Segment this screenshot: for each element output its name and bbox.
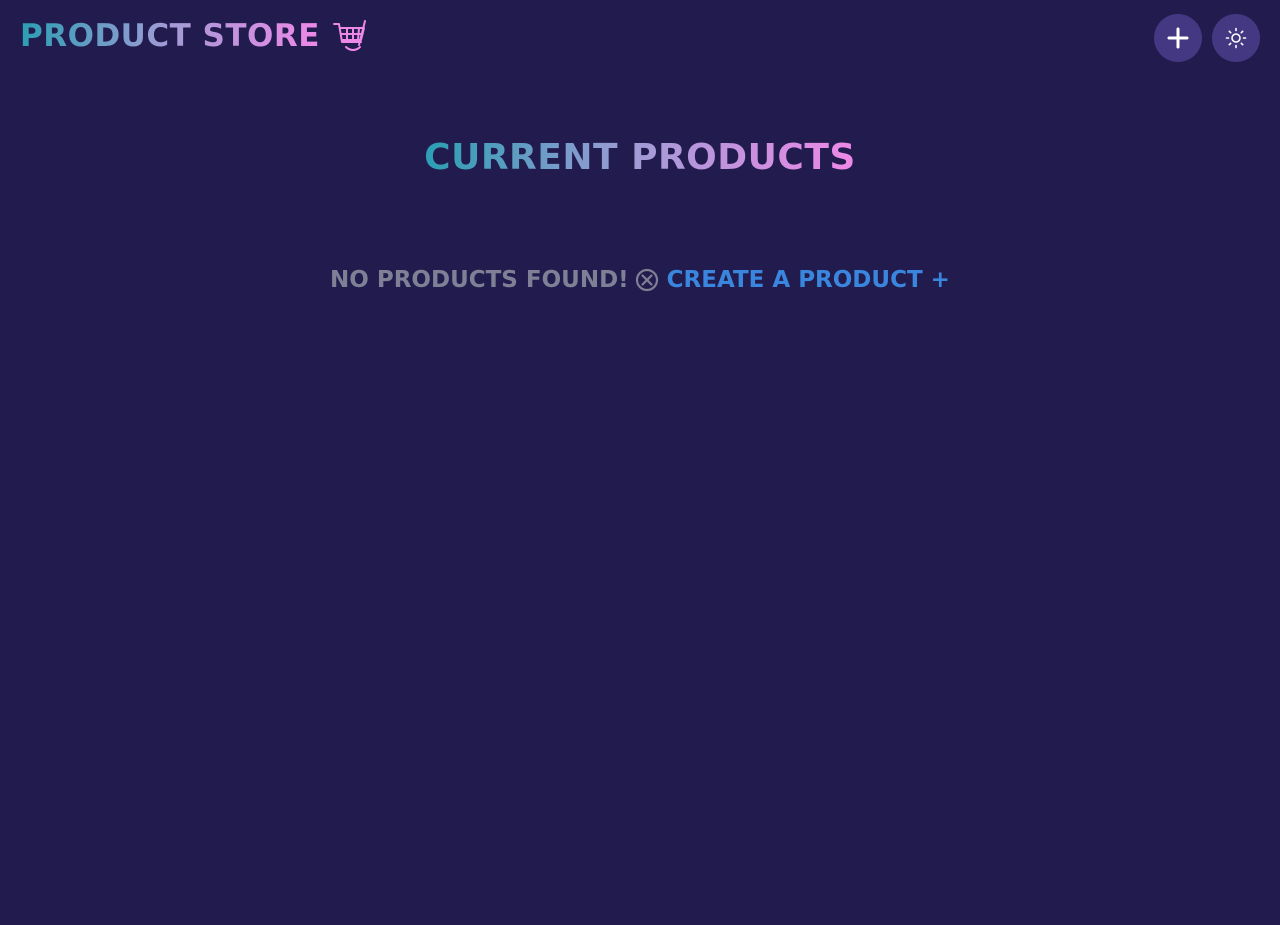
- sun-icon: [1225, 27, 1247, 49]
- x-circle-icon: [635, 268, 659, 292]
- create-product-button[interactable]: [1154, 14, 1202, 62]
- page-title-text: CURRENT PRODUCTS: [424, 137, 856, 178]
- empty-message: NO PRODUCTS FOUND!: [330, 267, 629, 293]
- page-title: CURRENT PRODUCTS: [0, 136, 1280, 180]
- shopping-cart-icon: [332, 18, 368, 54]
- navbar: PRODUCT STORE: [0, 0, 1280, 76]
- theme-toggle-button[interactable]: [1212, 14, 1260, 62]
- empty-state: NO PRODUCTS FOUND! CREATE A PRODUCT +: [0, 264, 1280, 296]
- nav-actions: [1154, 14, 1260, 62]
- brand-link[interactable]: PRODUCT STORE: [20, 14, 368, 58]
- brand-title: PRODUCT STORE: [20, 14, 320, 58]
- create-product-link[interactable]: CREATE A PRODUCT +: [667, 264, 950, 296]
- plus-icon: [1166, 26, 1190, 50]
